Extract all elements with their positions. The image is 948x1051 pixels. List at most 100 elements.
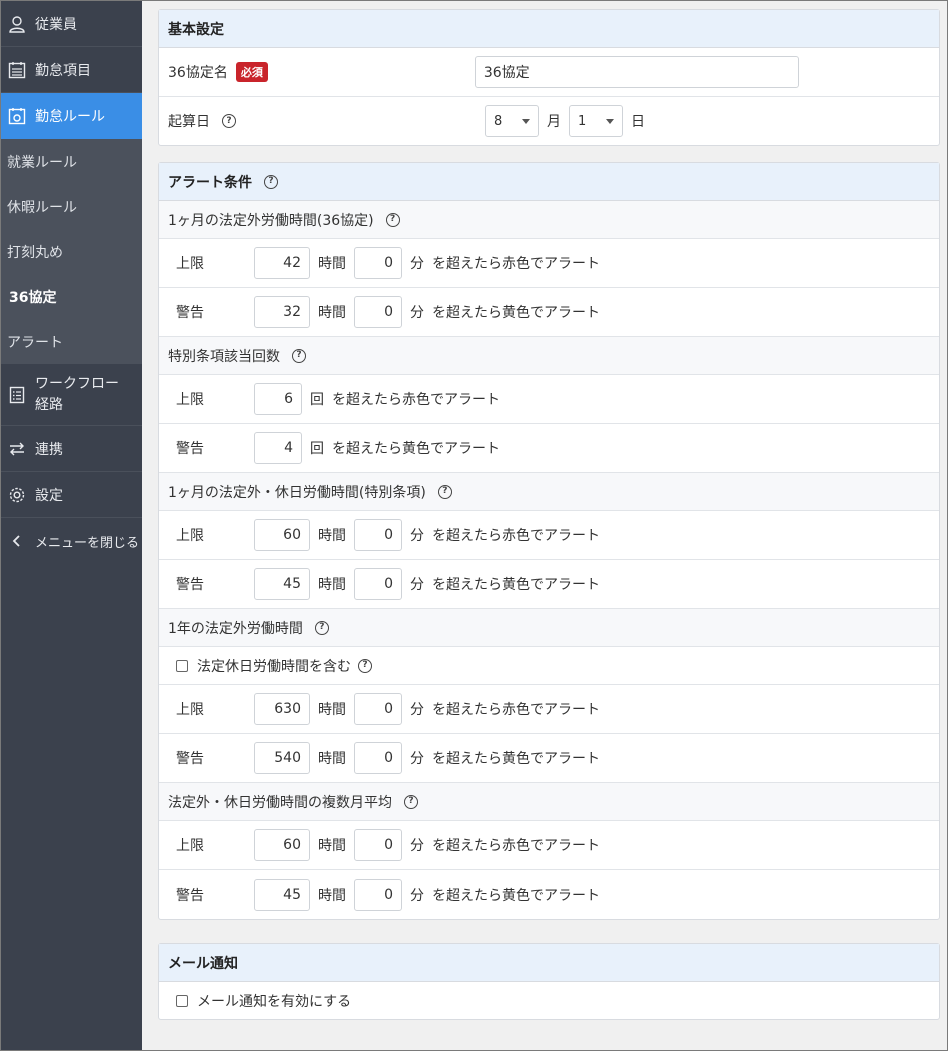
minute-unit: 分 — [410, 838, 424, 854]
warn-hours-input[interactable] — [254, 878, 310, 911]
minute-unit: 分 — [410, 528, 424, 544]
agreement-name-label: 36協定名 — [168, 65, 228, 81]
upper-label: 上限 — [176, 702, 204, 718]
monthly-overtime-upper-row: 上限 時間 分 を超えたら赤色でアラート — [159, 239, 939, 288]
red-alert-text: を超えたら赤色でアラート — [432, 838, 600, 854]
caret-down-icon — [522, 118, 530, 124]
warn-minutes-input[interactable] — [354, 878, 402, 911]
upper-minutes-input[interactable] — [354, 519, 402, 551]
alert-conditions-panel: アラート条件 ? 1ヶ月の法定外労働時間(36協定) ? 上限 時間 分 を超え… — [158, 162, 940, 920]
warn-label: 警告 — [176, 751, 204, 767]
hour-unit: 時間 — [318, 305, 346, 321]
times-unit: 回 — [310, 392, 324, 408]
help-icon[interactable]: ? — [385, 212, 400, 227]
upper-minutes-input[interactable] — [354, 247, 402, 279]
upper-count-input[interactable] — [254, 383, 302, 415]
sidebar-submenu: 就業ルール 休暇ルール 打刻丸め 36協定 アラート — [1, 139, 142, 364]
hour-unit: 時間 — [318, 256, 346, 272]
help-icon[interactable]: ? — [314, 620, 329, 635]
upper-hours-input[interactable] — [254, 247, 310, 279]
red-alert-text: を超えたら赤色でアラート — [432, 528, 600, 544]
upper-hours-input[interactable] — [254, 519, 310, 551]
section-title: 特別条項該当回数 — [168, 348, 280, 365]
yellow-alert-text: を超えたら黄色でアラート — [432, 751, 600, 767]
help-icon[interactable]: ? — [404, 794, 418, 809]
sidebar-item-employees[interactable]: 従業員 — [1, 1, 142, 47]
hour-unit: 時間 — [318, 702, 346, 718]
chevron-left-icon — [7, 531, 27, 551]
hour-unit: 時間 — [318, 751, 346, 767]
red-alert-text: を超えたら赤色でアラート — [432, 256, 600, 272]
sidebar-subitem-work-rules[interactable]: 就業ルール — [1, 139, 142, 184]
section-yearly-overtime: 1年の法定外労働時間 ? — [159, 609, 939, 647]
sidebar-item-label: 勤怠ルール — [35, 108, 105, 125]
warn-hours-input[interactable] — [254, 296, 310, 328]
required-badge: 必須 — [235, 62, 268, 82]
include-holiday-checkbox[interactable] — [176, 659, 188, 672]
upper-hours-input[interactable] — [254, 829, 310, 861]
document-list-icon — [7, 385, 27, 405]
sidebar-subitem-alert[interactable]: アラート — [1, 319, 142, 364]
sidebar-item-workflow[interactable]: ワークフロー 経路 — [1, 364, 142, 426]
upper-minutes-input[interactable] — [354, 829, 402, 861]
agreement-name-row: 36協定名 必須 — [159, 48, 939, 97]
sidebar-item-integration[interactable]: 連携 — [1, 426, 142, 472]
minute-unit: 分 — [410, 702, 424, 718]
sidebar-close-menu[interactable]: メニューを閉じる — [1, 518, 142, 564]
warn-count-input[interactable] — [254, 432, 302, 464]
upper-label: 上限 — [176, 392, 204, 408]
sidebar-subitem-rounding[interactable]: 打刻丸め — [1, 229, 142, 274]
help-icon[interactable]: ? — [292, 348, 306, 363]
upper-minutes-input[interactable] — [354, 693, 402, 725]
sidebar-subitem-leave-rules[interactable]: 休暇ルール — [1, 184, 142, 229]
gear-icon — [7, 485, 27, 505]
sidebar-subitem-36-agreement[interactable]: 36協定 — [1, 274, 142, 319]
help-icon[interactable]: ? — [437, 484, 452, 499]
upper-hours-input[interactable] — [254, 693, 310, 725]
warn-minutes-input[interactable] — [354, 742, 402, 774]
warn-label: 警告 — [176, 305, 204, 321]
arrows-swap-icon — [7, 439, 27, 459]
mail-notification-panel: メール通知 メール通知を有効にする — [158, 943, 940, 1020]
warn-minutes-input[interactable] — [354, 296, 402, 328]
alert-conditions-title: アラート条件 ? — [159, 163, 939, 201]
yearly-warn-row: 警告 時間 分 を超えたら黄色でアラート — [159, 734, 939, 783]
mail-enable-label: メール通知を有効にする — [197, 993, 352, 1010]
workflow-label-line1: ワークフロー — [35, 375, 119, 392]
include-holiday-label: 法定休日労働時間を含む — [197, 658, 351, 675]
warn-label: 警告 — [176, 441, 204, 457]
section-title: 法定外・休日労働時間の複数月平均 — [168, 794, 392, 811]
sidebar-item-settings[interactable]: 設定 — [1, 472, 142, 518]
average-upper-row: 上限 時間 分 を超えたら赤色でアラート — [159, 821, 939, 870]
yellow-alert-text: を超えたら黄色でアラート — [332, 441, 500, 457]
special-count-upper-row: 上限 回 を超えたら赤色でアラート — [159, 375, 939, 424]
section-multi-month-average: 法定外・休日労働時間の複数月平均 ? — [159, 783, 939, 821]
warn-hours-input[interactable] — [254, 568, 310, 600]
hour-unit: 時間 — [318, 887, 346, 904]
upper-label: 上限 — [176, 528, 204, 544]
warn-minutes-input[interactable] — [354, 568, 402, 600]
month-select[interactable]: 8 — [485, 105, 539, 137]
minute-unit: 分 — [410, 305, 424, 321]
day-select-value: 1 — [578, 113, 587, 129]
day-unit: 日 — [631, 114, 645, 130]
help-icon[interactable]: ? — [358, 658, 372, 673]
minute-unit: 分 — [410, 577, 424, 593]
agreement-name-input[interactable] — [474, 56, 799, 88]
yellow-alert-text: を超えたら黄色でアラート — [432, 887, 600, 904]
warn-hours-input[interactable] — [254, 742, 310, 774]
day-select[interactable]: 1 — [569, 105, 623, 137]
sidebar-item-attendance-items[interactable]: 勤怠項目 — [1, 47, 142, 93]
sidebar: 従業員 勤怠項目 勤怠ルール 就業ルール 休暇ルール 打刻丸め 36協定 アラー… — [1, 1, 142, 1050]
average-warn-row: 警告 時間 分 を超えたら黄色でアラート — [159, 870, 939, 919]
monthly-holiday-upper-row: 上限 時間 分 を超えたら赤色でアラート — [159, 511, 939, 560]
help-icon[interactable]: ? — [222, 114, 236, 128]
hour-unit: 時間 — [318, 577, 346, 593]
special-count-warn-row: 警告 回 を超えたら黄色でアラート — [159, 424, 939, 473]
sidebar-item-attendance-rules[interactable]: 勤怠ルール — [1, 93, 142, 139]
sidebar-item-label: 勤怠項目 — [35, 62, 91, 79]
mail-enable-checkbox[interactable] — [176, 994, 188, 1007]
section-title: 1年の法定外労働時間 — [168, 620, 303, 637]
help-icon[interactable]: ? — [264, 174, 278, 189]
start-date-label: 起算日 — [168, 114, 210, 130]
